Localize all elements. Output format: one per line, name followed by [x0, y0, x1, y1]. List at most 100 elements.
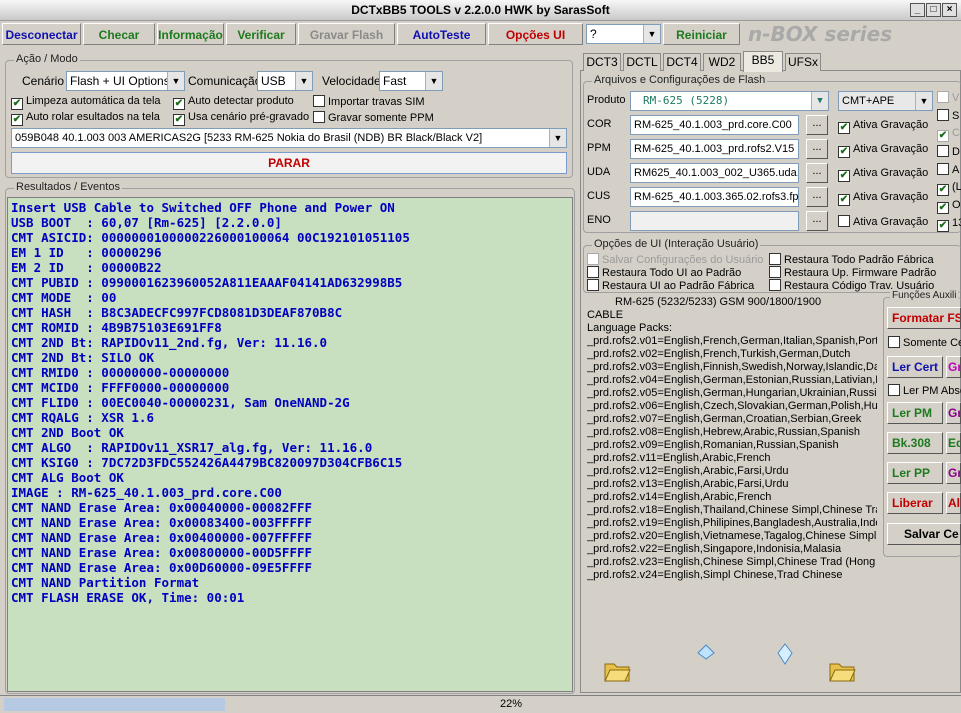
- tab-bb5[interactable]: BB5: [743, 51, 783, 72]
- ler-pp-button[interactable]: Ler PP: [887, 462, 943, 484]
- open-folder-icon[interactable]: [603, 658, 631, 684]
- cenario-select[interactable]: Flash + UI Options ▼: [66, 71, 185, 91]
- restaura-todo-fab-checkbox[interactable]: Restaura Todo Padrão Fábrica: [769, 253, 934, 267]
- chevron-down-icon: ▼: [643, 25, 660, 43]
- ativa-gravacao-checkbox[interactable]: Ativa Gravação: [838, 215, 928, 229]
- tab-dctl[interactable]: DCTL: [623, 53, 661, 71]
- velocidade-select[interactable]: Fast ▼: [379, 71, 443, 91]
- info-line: _prd.rofs2.v01=English,French,German,Ita…: [587, 335, 877, 347]
- log-line: CMT ASICID: 0000000100000226000100064 00…: [11, 230, 410, 245]
- flash-legend: Arquivos e Configurações de Flash: [592, 74, 768, 86]
- edit-button[interactable]: Ed: [946, 432, 961, 454]
- ler-pm-button[interactable]: Ler PM: [887, 402, 943, 424]
- flash-file-field[interactable]: RM-625_40.1.003_prd.rofs2.V15: [630, 139, 799, 159]
- gravar-pp-button[interactable]: Gr: [946, 462, 961, 484]
- side-option-checkbox[interactable]: ✔ O: [937, 199, 961, 214]
- tab-dct4[interactable]: DCT4: [663, 53, 701, 71]
- importar-checkbox[interactable]: Importar travas SIM: [313, 95, 425, 109]
- informacao-button[interactable]: Informação: [157, 23, 224, 45]
- usa-cenario-checkbox[interactable]: ✔ Usa cenário pré-gravado: [173, 111, 309, 126]
- chevron-down-icon: ▼: [549, 129, 566, 147]
- open-folder-icon[interactable]: [828, 658, 856, 684]
- help-select[interactable]: ? ▼: [586, 24, 661, 44]
- checar-button[interactable]: Checar: [83, 23, 155, 45]
- results-log[interactable]: Insert USB Cable to Switched OFF Phone a…: [7, 197, 573, 692]
- diamond-icon[interactable]: [696, 643, 716, 661]
- side-option-checkbox[interactable]: ✔ C: [937, 127, 960, 142]
- tab-ufsx[interactable]: UFSx: [785, 53, 821, 71]
- progress-percent: 22%: [500, 698, 523, 710]
- side-option-checkbox[interactable]: V: [937, 91, 959, 105]
- log-line: CMT MODE : 00: [11, 290, 117, 305]
- reiniciar-button[interactable]: Reiniciar: [663, 23, 740, 45]
- log-line: CMT KSIG0 : 7DC72D3FDC552426A4479BC82009…: [11, 455, 403, 470]
- chevron-down-icon: ▼: [167, 72, 184, 90]
- gravar-ppm-checkbox[interactable]: Gravar somente PPM: [313, 111, 434, 125]
- browse-button[interactable]: ...: [806, 139, 828, 159]
- browse-button[interactable]: ...: [806, 211, 828, 231]
- restaura-ui-checkbox[interactable]: Restaura UI ao Padrão Fábrica: [587, 279, 754, 293]
- side-option-checkbox[interactable]: D: [937, 145, 960, 159]
- ativa-gravacao-checkbox[interactable]: ✔ Ativa Gravação: [838, 167, 928, 182]
- liberar-button[interactable]: Liberar: [887, 492, 943, 514]
- crystal-icon[interactable]: [776, 643, 794, 665]
- log-line: USB BOOT : 60,07 [Rm-625] [2.2.0.0]: [11, 215, 282, 230]
- info-line: _prd.rofs2.v14=English,Arabic,French: [587, 491, 772, 503]
- log-line: CMT ROMID : 4B9B75103E691FF8: [11, 320, 222, 335]
- somente-checkbox[interactable]: Somente Ce: [888, 336, 961, 350]
- side-option-checkbox[interactable]: A: [937, 163, 959, 177]
- formatar-fs-button[interactable]: Formatar FS: [887, 307, 961, 329]
- maximize-button[interactable]: □: [926, 3, 941, 17]
- info-line: _prd.rofs2.v06=English,Czech,Slovakian,G…: [587, 400, 877, 412]
- gravar-pm-button[interactable]: Gr: [946, 402, 961, 424]
- acao-modo-legend: Ação / Modo: [14, 53, 80, 65]
- produto-select[interactable]: RM-625 (5228) ▼: [630, 91, 829, 111]
- gravar-flash-button[interactable]: Gravar Flash: [298, 23, 395, 45]
- comunicacao-select[interactable]: USB ▼: [257, 71, 313, 91]
- verificar-button[interactable]: Verificar: [226, 23, 296, 45]
- close-button[interactable]: ×: [942, 3, 957, 17]
- limpeza-checkbox[interactable]: ✔ Limpeza automática da tela: [11, 95, 161, 110]
- ler-pm-abs-checkbox[interactable]: Ler PM Abso: [888, 384, 961, 398]
- autoteste-button[interactable]: AutoTeste: [397, 23, 486, 45]
- side-option-checkbox[interactable]: S: [937, 109, 959, 123]
- ler-cert-button[interactable]: Ler Cert: [887, 356, 943, 378]
- row-label: ENO: [587, 214, 611, 226]
- bk308-button[interactable]: Bk.308: [887, 432, 943, 454]
- auto-rolar-checkbox[interactable]: ✔ Auto rolar esultados na tela: [11, 111, 160, 126]
- browse-button[interactable]: ...: [806, 115, 828, 135]
- restaura-up-checkbox[interactable]: Restaura Up. Firmware Padrão: [769, 266, 936, 280]
- restaura-todo-ui-checkbox[interactable]: Restaura Todo UI ao Padrão: [587, 266, 741, 280]
- auto-detectar-checkbox[interactable]: ✔ Auto detectar produto: [173, 95, 294, 110]
- al-button[interactable]: Al: [946, 492, 961, 514]
- salvar-config-checkbox[interactable]: Salvar Configurações do Usuário: [587, 253, 763, 267]
- flash-file-field[interactable]: RM625_40.1.003_002_U365.uda.: [630, 163, 799, 183]
- log-line: CMT 2ND Bt: SILO OK: [11, 350, 154, 365]
- check-icon: ✔: [838, 146, 850, 158]
- product-select[interactable]: 059B048 40.1.003 003 AMERICAS2G [5233 RM…: [11, 128, 567, 148]
- salvar-cert-button[interactable]: Salvar Ce: [887, 523, 961, 545]
- side-option-checkbox[interactable]: ✔ (L: [937, 181, 961, 196]
- tab-dct3[interactable]: DCT3: [583, 53, 621, 71]
- browse-button[interactable]: ...: [806, 163, 828, 183]
- browse-button[interactable]: ...: [806, 187, 828, 207]
- ativa-gravacao-checkbox[interactable]: ✔ Ativa Gravação: [838, 119, 928, 134]
- flash-file-field[interactable]: RM-625_40.1.003_prd.core.C00: [630, 115, 799, 135]
- desconectar-button[interactable]: Desconectar: [2, 23, 81, 45]
- side-option-checkbox[interactable]: ✔13: [937, 217, 961, 232]
- minimize-button[interactable]: _: [910, 3, 925, 17]
- info-line: _prd.rofs2.v05=English,German,Hungarian,…: [587, 387, 877, 399]
- check-icon: ✔: [173, 114, 185, 126]
- log-line: CMT HASH : B8C3ADECFC997FCD8081D3DEAF870…: [11, 305, 343, 320]
- info-line: _prd.rofs2.v19=English,Philipines,Bangla…: [587, 517, 877, 529]
- cmt-select[interactable]: CMT+APE ▼: [838, 91, 933, 111]
- gravar-cert-button[interactable]: Gr: [946, 356, 961, 378]
- ativa-gravacao-checkbox[interactable]: ✔ Ativa Gravação: [838, 143, 928, 158]
- flash-file-field[interactable]: RM-625_40.1.003.365.02.rofs3.fp: [630, 187, 799, 207]
- parar-button[interactable]: PARAR: [11, 152, 567, 174]
- flash-file-field[interactable]: [630, 211, 799, 231]
- opcoes-ui-button[interactable]: Opções UI: [488, 23, 583, 45]
- ativa-gravacao-checkbox[interactable]: ✔ Ativa Gravação: [838, 191, 928, 206]
- status-bar: 22%: [0, 695, 961, 713]
- tab-wd2[interactable]: WD2: [703, 53, 741, 71]
